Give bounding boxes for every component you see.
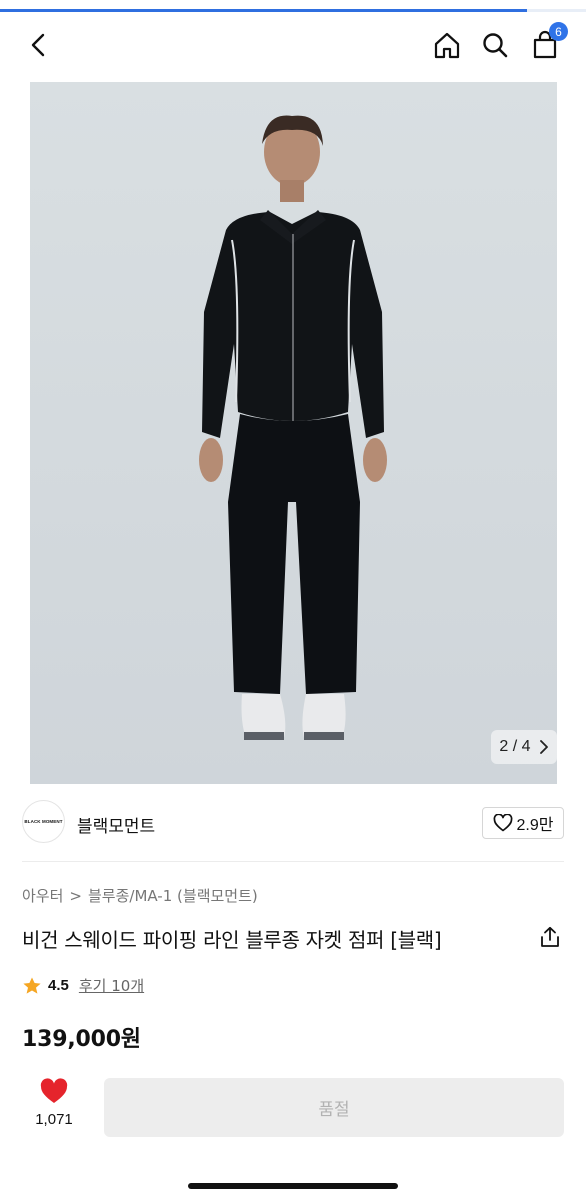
back-button[interactable] [22, 28, 56, 62]
product-title: 비건 스웨이드 파이핑 라인 블루종 자켓 점퍼 [블랙] [22, 928, 442, 952]
home-indicator [188, 1183, 398, 1189]
pager-separator: / [512, 738, 518, 755]
brand-name[interactable]: 블랙모먼트 [77, 812, 155, 837]
chevron-left-icon [31, 33, 45, 57]
pager-current: 2 [499, 738, 509, 755]
chevron-right-icon [539, 740, 548, 754]
heart-outline-icon [493, 814, 512, 832]
wishlist-count: 1,071 [35, 1111, 73, 1128]
breadcrumb-separator: > [69, 886, 82, 905]
top-navigation-bar: 6 [0, 14, 586, 76]
search-icon [483, 33, 508, 58]
product-image-gallery[interactable]: 2 / 4 [30, 82, 557, 784]
star-icon [23, 977, 41, 994]
breadcrumb: 아우터 > 블루종/MA-1 (블랙모먼트) [22, 885, 258, 906]
product-photo-model [199, 115, 387, 740]
brand-like-count: 2.9만 [516, 817, 554, 834]
review-link[interactable]: 후기 10개 [79, 975, 144, 996]
breadcrumb-category[interactable]: 아우터 [22, 885, 63, 906]
brand-logo[interactable]: BLACK MOMENT [22, 800, 65, 843]
brand-logo-text: BLACK MOMENT [24, 819, 63, 824]
search-button[interactable] [478, 28, 512, 62]
home-button[interactable] [430, 28, 464, 62]
breadcrumb-subcategory[interactable]: 블루종/MA-1 (블랙모먼트) [88, 885, 258, 906]
home-icon [434, 32, 460, 59]
cart-count-badge: 6 [549, 22, 568, 41]
brand-row: BLACK MOMENT 블랙모먼트 2.9만 [22, 800, 564, 848]
soldout-button[interactable]: 품절 [104, 1078, 564, 1137]
page-load-progress [0, 9, 586, 12]
share-icon [541, 926, 559, 947]
section-divider [22, 861, 564, 862]
heart-filled-icon [40, 1078, 68, 1103]
cart-button[interactable]: 6 [528, 22, 568, 62]
image-pager[interactable]: 2 / 4 [491, 730, 557, 764]
pager-text: 2 / 4 [499, 738, 530, 756]
pager-total: 4 [521, 738, 531, 755]
brand-like-button[interactable]: 2.9만 [482, 807, 564, 839]
rating-row: 4.5 후기 10개 [22, 975, 144, 996]
share-button[interactable] [538, 925, 562, 949]
page-load-progress-fill [0, 9, 528, 12]
wishlist-button[interactable]: 1,071 [24, 1078, 84, 1134]
rating-value: 4.5 [48, 977, 69, 994]
product-price: 139,000원 [22, 1027, 141, 1052]
